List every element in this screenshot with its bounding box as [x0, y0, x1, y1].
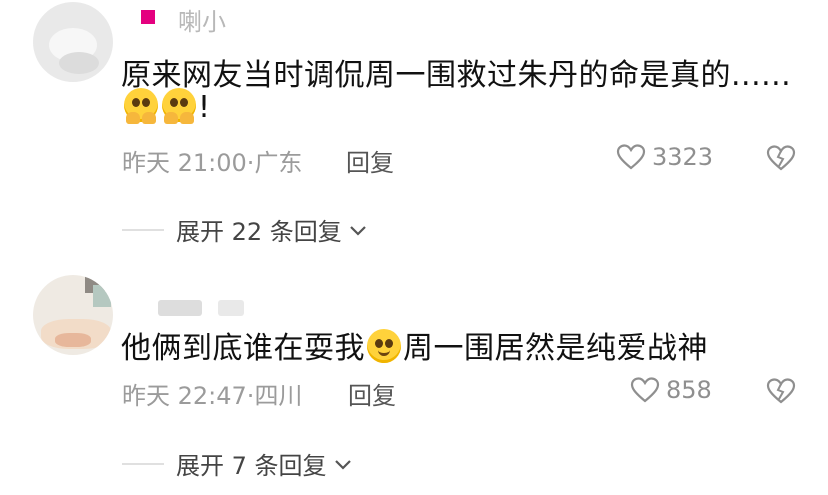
comment-meta: 昨天 22:47·四川: [122, 382, 303, 410]
comment-meta: 昨天 21:00·广东: [122, 149, 303, 177]
reply-button[interactable]: 回复: [348, 376, 396, 411]
heart-icon: [616, 143, 646, 171]
heart-icon: [630, 376, 660, 404]
timestamp: 昨天 22:47: [122, 382, 247, 410]
dislike-icon[interactable]: [766, 377, 796, 405]
reply-button[interactable]: 回复: [346, 143, 394, 178]
avatar[interactable]: [33, 275, 113, 355]
dislike-icon[interactable]: [766, 144, 796, 172]
like-button[interactable]: 858: [630, 376, 712, 404]
location: 广东: [254, 149, 303, 177]
expand-replies-button[interactable]: 展开 22 条回复: [122, 212, 368, 247]
smiling-face-emoji-icon: [367, 329, 401, 363]
avatar[interactable]: [33, 2, 113, 82]
chevron-down-icon: [348, 216, 368, 244]
comment-text-line2[interactable]: !: [122, 88, 211, 125]
expand-replies-button[interactable]: 展开 7 条回复: [122, 446, 353, 481]
chevron-down-icon: [333, 450, 353, 478]
timestamp: 昨天 21:00: [122, 149, 247, 177]
pleading-hands-emoji-icon: [162, 88, 196, 124]
username[interactable]: [158, 300, 202, 316]
divider: [122, 462, 164, 465]
like-count: 858: [666, 376, 712, 404]
user-badge-icon: [141, 10, 155, 24]
username-tail: [218, 300, 244, 316]
comment-text[interactable]: 原来网友当时调侃周一围救过朱丹的命是真的......: [121, 50, 791, 94]
like-button[interactable]: 3323: [616, 143, 713, 171]
comment-item: 他俩到底谁在耍我 周一围居然是纯爱战神 昨天 22:47·四川 回复 858 展开…: [0, 270, 828, 495]
like-count: 3323: [652, 143, 714, 171]
comment-text[interactable]: 他俩到底谁在耍我 周一围居然是纯爱战神: [121, 323, 708, 367]
username[interactable]: 喇小: [178, 2, 226, 37]
pleading-hands-emoji-icon: [124, 88, 158, 124]
divider: [122, 228, 164, 231]
comment-item: 喇小 原来网友当时调侃周一围救过朱丹的命是真的...... ! 昨天 21:00…: [0, 0, 828, 255]
location: 四川: [254, 382, 303, 410]
